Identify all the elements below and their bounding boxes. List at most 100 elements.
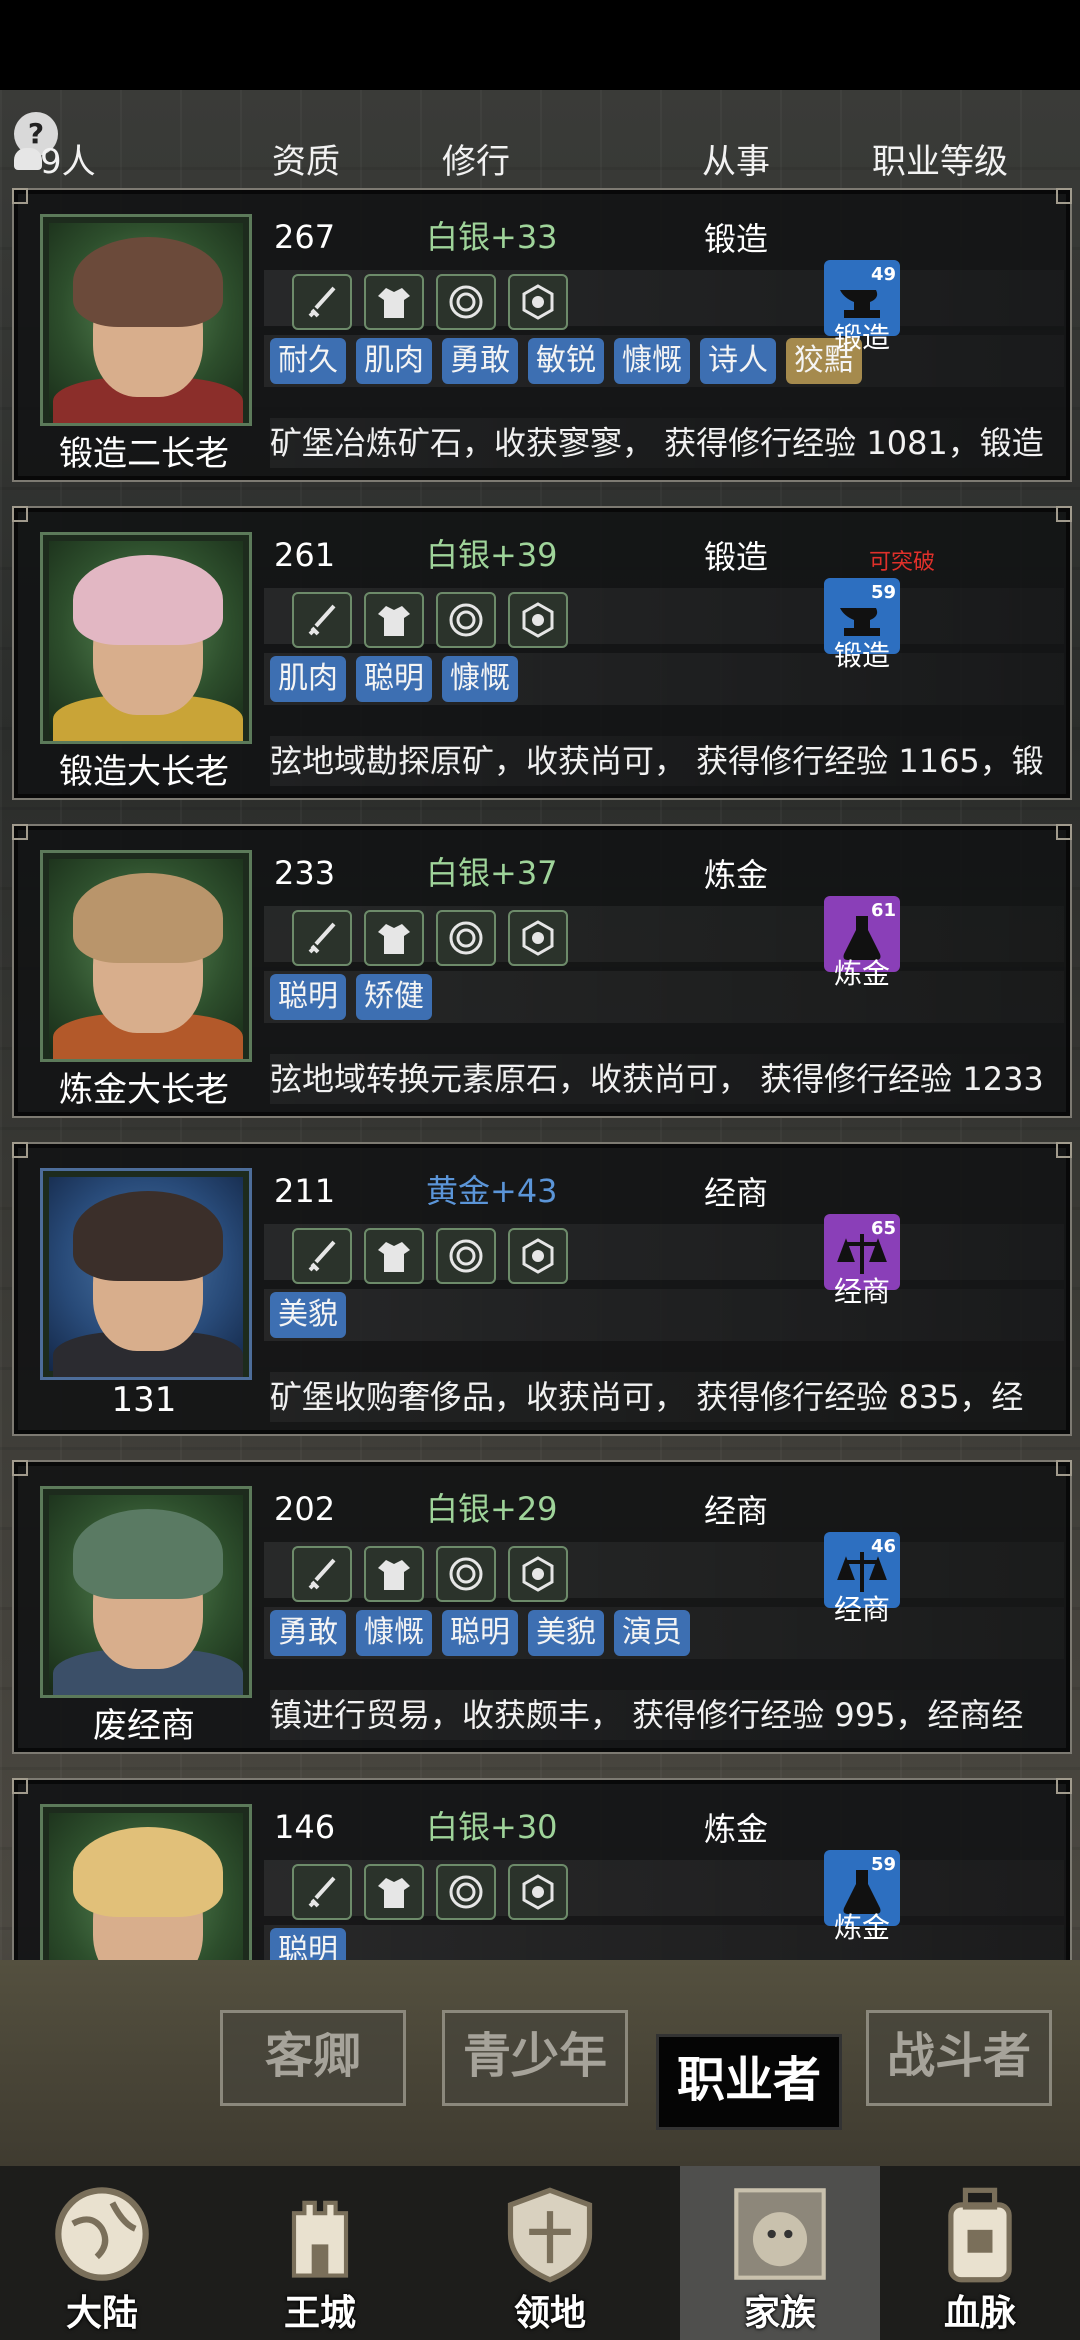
activity-log: 矿堡冶炼矿石，收获寥寥， 获得修行经验 1081，锻造 <box>270 418 1062 468</box>
armor-slot[interactable] <box>364 274 424 330</box>
card-corner <box>12 824 28 840</box>
member-name: 锻造二长老 <box>59 434 229 474</box>
member-card[interactable]: 炼金大长老 233 白银+37 炼金 聪明 矫健 弦地域转换元素原石，收获尚可， … <box>12 824 1072 1118</box>
activity-log: 弦地域勘探原矿，收获尚可， 获得修行经验 1165，锻 <box>270 736 1062 786</box>
trait-tag[interactable]: 肌肉 <box>356 338 432 384</box>
ring-slot[interactable] <box>508 274 568 330</box>
nav-territory[interactable]: 领地 <box>450 2166 650 2340</box>
accessory-slot[interactable] <box>436 592 496 648</box>
nav-bloodline[interactable]: 血脉 <box>880 2166 1080 2340</box>
member-occupation: 炼金 <box>704 856 769 894</box>
member-portrait[interactable] <box>40 1486 252 1698</box>
gem-icon <box>522 284 554 320</box>
ring-slot[interactable] <box>508 1228 568 1284</box>
tab-youth[interactable]: 青少年 <box>442 2010 628 2106</box>
member-card[interactable]: 131 211 黄金+43 经商 美貌 矿堡收购奢侈品，收获尚可， 获得修行经验… <box>12 1142 1072 1436</box>
nav-bloodline-label: 血脉 <box>943 2293 1016 2334</box>
armor-slot[interactable] <box>364 1546 424 1602</box>
tab-professional[interactable]: 职业者 <box>656 2034 842 2130</box>
member-portrait[interactable] <box>40 532 252 744</box>
member-card[interactable]: 锻造二长老 267 白银+33 锻造 耐久 肌肉 勇敢 敏锐 慷慨 诗人 狡黠 矿堡冶炼矿石… <box>12 188 1072 482</box>
robe-icon <box>378 288 410 318</box>
trait-tag[interactable]: 演员 <box>614 1610 690 1656</box>
weapon-slot[interactable] <box>292 910 352 966</box>
job-level-value: 61 <box>870 900 896 921</box>
member-card[interactable]: 锻造大长老 261 白银+39 锻造 可突破 肌肉 聪明 慷慨 弦地域勘探原矿，收获… <box>12 506 1072 800</box>
trait-tag[interactable]: 耐久 <box>270 338 346 384</box>
castle-icon <box>291 2200 349 2278</box>
trait-tag[interactable]: 敏锐 <box>528 338 604 384</box>
trait-tag[interactable]: 聪明 <box>442 1610 518 1656</box>
weapon-slot[interactable] <box>292 1864 352 1920</box>
member-card[interactable]: 废经商 202 白银+29 经商 勇敢 慷慨 聪明 美貌 演员 镇进行贸易，收获颇丰， … <box>12 1460 1072 1754</box>
member-quality: 202 <box>274 1490 336 1528</box>
trait-tag[interactable]: 美貌 <box>528 1610 604 1656</box>
ring-slot[interactable] <box>508 910 568 966</box>
member-grade: 白银+29 <box>426 1490 558 1528</box>
tab-guest[interactable]: 客卿 <box>220 2010 406 2106</box>
backpack-icon <box>948 2187 1012 2283</box>
ring-slot[interactable] <box>508 1546 568 1602</box>
accessory-slot[interactable] <box>436 1228 496 1284</box>
col-cultivation[interactable]: 修行 <box>442 134 510 183</box>
nav-family-label: 家族 <box>743 2293 816 2334</box>
portrait-hair <box>73 873 223 963</box>
weapon-slot[interactable] <box>292 1228 352 1284</box>
sword-icon <box>308 1240 336 1272</box>
armor-slot[interactable] <box>364 910 424 966</box>
member-portrait[interactable] <box>40 214 252 426</box>
accessory-slot[interactable] <box>436 1546 496 1602</box>
member-name: 废经商 <box>93 1706 195 1746</box>
activity-log: 镇进行贸易，收获颇丰， 获得修行经验 995，经商经 <box>270 1690 1062 1740</box>
card-corner <box>1056 506 1072 522</box>
tab-fighter[interactable]: 战斗者 <box>866 2010 1052 2106</box>
trait-tag[interactable]: 美貌 <box>270 1292 346 1338</box>
armor-slot[interactable] <box>364 1228 424 1284</box>
gem-icon <box>522 1874 554 1910</box>
col-occupation[interactable]: 从事 <box>702 134 770 183</box>
ring-slot[interactable] <box>508 592 568 648</box>
member-portrait[interactable] <box>40 1804 252 1960</box>
card-corner <box>12 1460 28 1476</box>
member-portrait[interactable] <box>40 1168 252 1380</box>
breakthrough-label: 可突破 <box>869 550 936 575</box>
nav-territory-label: 领地 <box>513 2293 586 2334</box>
portrait-hair <box>73 1509 223 1599</box>
trait-tag[interactable]: 勇敢 <box>442 338 518 384</box>
nav-family[interactable]: 家族 <box>680 2166 880 2340</box>
accessory-slot[interactable] <box>436 1864 496 1920</box>
trait-tag[interactable]: 慷慨 <box>356 1610 432 1656</box>
armor-slot[interactable] <box>364 1864 424 1920</box>
nav-royal-city[interactable]: 王城 <box>220 2166 420 2340</box>
accessory-slot[interactable] <box>436 274 496 330</box>
member-list[interactable]: 锻造二长老 267 白银+33 锻造 耐久 肌肉 勇敢 敏锐 慷慨 诗人 狡黠 矿堡冶炼矿石… <box>0 188 1080 1960</box>
weapon-slot[interactable] <box>292 274 352 330</box>
amulet-icon <box>449 285 483 319</box>
trait-tag[interactable]: 聪明 <box>270 1928 346 1960</box>
member-quality: 233 <box>274 854 336 892</box>
trait-tag[interactable]: 肌肉 <box>270 656 346 702</box>
trait-tag[interactable]: 勇敢 <box>270 1610 346 1656</box>
weapon-slot[interactable] <box>292 592 352 648</box>
armor-slot[interactable] <box>364 592 424 648</box>
gem-icon <box>522 920 554 956</box>
member-portrait[interactable] <box>40 850 252 1062</box>
trait-tag[interactable]: 慷慨 <box>442 656 518 702</box>
weapon-slot[interactable] <box>292 1546 352 1602</box>
trait-tag[interactable]: 聪明 <box>356 656 432 702</box>
member-name: 锻造大长老 <box>59 752 229 792</box>
gem-icon <box>522 602 554 638</box>
trait-tag[interactable]: 诗人 <box>700 338 776 384</box>
col-quality[interactable]: 资质 <box>272 134 340 183</box>
accessory-slot[interactable] <box>436 910 496 966</box>
ring-slot[interactable] <box>508 1864 568 1920</box>
card-corner <box>1056 824 1072 840</box>
trait-tag[interactable]: 矫健 <box>356 974 432 1020</box>
col-job-level[interactable]: 职业等级 <box>872 134 1008 183</box>
job-level-value: 49 <box>870 264 896 285</box>
nav-continent[interactable]: 大陆 <box>2 2166 202 2340</box>
trait-tag[interactable]: 聪明 <box>270 974 346 1020</box>
job-level-label: 经商 <box>833 1275 890 1308</box>
member-card[interactable]: 146 白银+30 炼金 聪明 59 炼金 <box>12 1778 1072 1960</box>
trait-tag[interactable]: 慷慨 <box>614 338 690 384</box>
